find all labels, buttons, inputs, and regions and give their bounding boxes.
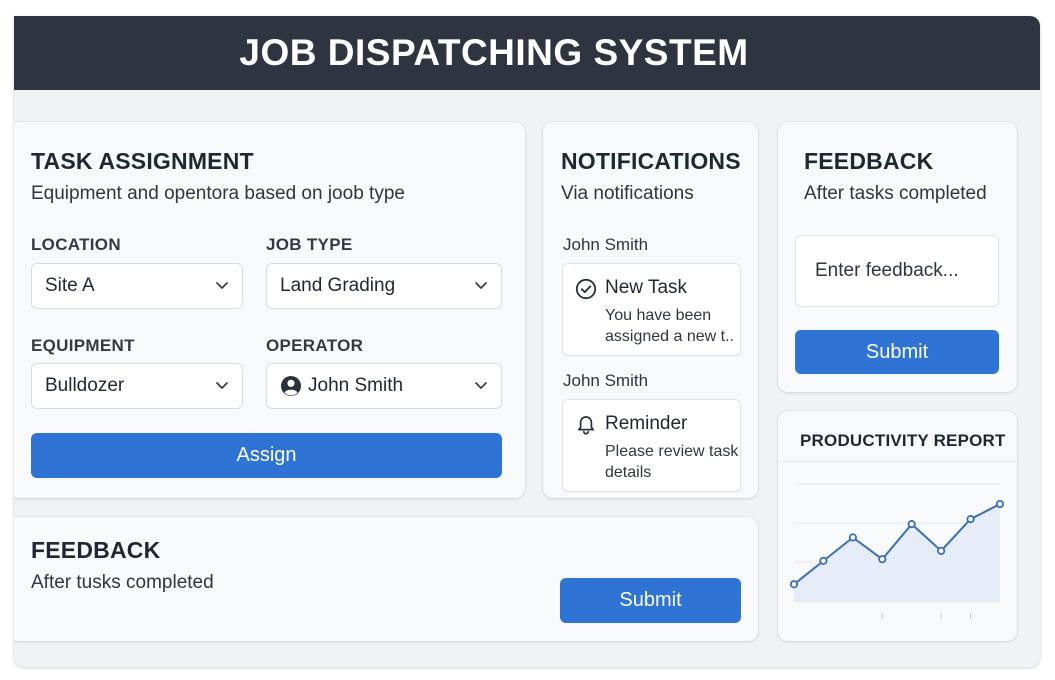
feedback-bottom-subtitle: After tusks completed <box>31 572 214 593</box>
chevron-down-icon <box>475 282 487 289</box>
chart-data-point <box>848 533 857 542</box>
chart-data-point <box>789 580 799 589</box>
task-assignment-card: TASK ASSIGNMENT Equipment and opentora b… <box>14 122 525 498</box>
title-bar: JOB DISPATCHING SYSTEM <box>14 16 1040 90</box>
notification-sender: John Smith <box>563 371 649 390</box>
feedback-side-card: FEEDBACK After tasks completed Submit <box>778 122 1017 392</box>
notification-body: You have been assigned a new t.. <box>605 307 734 345</box>
location-select[interactable]: Site A <box>31 263 243 309</box>
chart-data-point <box>907 520 916 529</box>
notification-body: Please review task details <box>605 443 739 481</box>
equipment-label: EQUIPMENT <box>31 336 135 355</box>
notification-item[interactable]: New Task You have been assigned a new t.… <box>562 263 741 356</box>
task-assignment-title: TASK ASSIGNMENT <box>31 148 254 174</box>
feedback-side-subtitle: After tasks completed <box>804 183 987 204</box>
chart-data-point <box>966 514 975 524</box>
feedback-side-title: FEEDBACK <box>804 148 934 174</box>
operator-value: John Smith <box>308 375 404 396</box>
job-type-value: Land Grading <box>280 275 396 296</box>
chart-data-point <box>995 499 1005 509</box>
chevron-down-icon <box>475 382 487 389</box>
notification-title: New Task <box>605 277 688 298</box>
feedback-input[interactable] <box>795 235 999 307</box>
location-value: Site A <box>45 275 95 296</box>
notifications-title: NOTIFICATIONS <box>561 148 741 174</box>
productivity-chart <box>789 483 1005 619</box>
operator-label: OPERATOR <box>266 336 364 355</box>
chevron-down-icon <box>216 382 228 389</box>
chart-data-point <box>878 555 887 564</box>
feedback-side-submit-button[interactable]: Submit <box>795 330 999 374</box>
location-label: LOCATION <box>31 235 121 254</box>
job-type-select[interactable]: Land Grading <box>266 263 502 309</box>
notifications-subtitle: Via notifications <box>561 183 694 204</box>
person-circle-icon <box>281 376 301 396</box>
job-type-label: JOB TYPE <box>266 235 353 254</box>
feedback-bottom-card: FEEDBACK After tusks completed Submit <box>14 517 758 641</box>
notification-item[interactable]: Reminder Please review task details <box>562 399 741 492</box>
notification-sender: John Smith <box>563 235 649 254</box>
equipment-value: Bulldozer <box>45 375 125 396</box>
chart-data-point <box>819 556 828 565</box>
equipment-select[interactable]: Bulldozer <box>31 363 243 409</box>
notifications-card: NOTIFICATIONS Via notifications John Smi… <box>543 122 758 498</box>
assign-button[interactable]: Assign <box>31 433 502 478</box>
app-window: JOB DISPATCHING SYSTEM TASK ASSIGNMENT E… <box>14 16 1040 667</box>
productivity-report-card: PRODUCTIVITY REPORT <box>778 411 1017 641</box>
notification-title: Reminder <box>605 413 688 434</box>
check-circle-icon <box>575 278 597 300</box>
chevron-down-icon <box>216 282 228 289</box>
report-divider <box>778 461 1017 462</box>
operator-select[interactable]: John Smith <box>266 363 502 409</box>
task-assignment-subtitle: Equipment and opentora based on joob typ… <box>31 183 405 204</box>
app-title: JOB DISPATCHING SYSTEM <box>239 32 749 73</box>
chart-data-point <box>937 546 946 555</box>
feedback-bottom-submit-button[interactable]: Submit <box>560 578 741 623</box>
feedback-bottom-title: FEEDBACK <box>31 537 161 563</box>
bell-icon <box>577 416 595 435</box>
productivity-report-title: PRODUCTIVITY REPORT <box>800 431 1006 450</box>
